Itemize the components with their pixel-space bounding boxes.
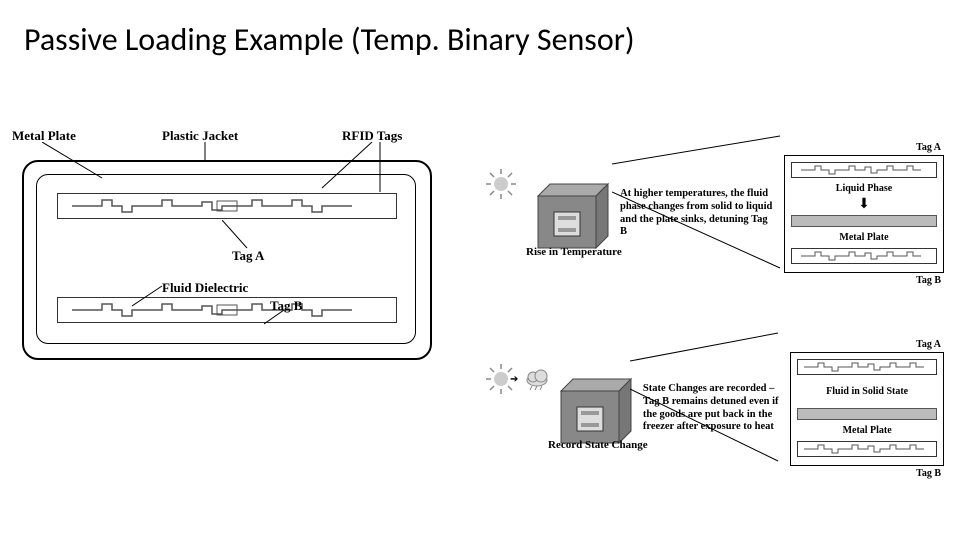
left-diagram: Metal Plate Plastic Jacket RFID Tags [12, 120, 452, 510]
package-box-icon [553, 373, 637, 445]
arrow-icon: ➔ [510, 374, 518, 385]
detail-box-bot: Tag A Fluid in Solid State Metal Plate T… [790, 352, 944, 466]
down-arrow-icon: ⬇ [791, 199, 937, 210]
label-fluid-dielectric: Fluid Dielectric [162, 280, 248, 296]
slide-title: Passive Loading Example (Temp. Binary Se… [24, 20, 635, 59]
caption-rise-temp: Rise in Temperature [526, 246, 622, 258]
right-diagram: At higher temperatures, the fluid phase … [472, 120, 948, 510]
label-metal-plate: Metal Plate [791, 232, 937, 243]
leader-line [132, 278, 166, 308]
antenna-icon [67, 301, 387, 319]
label-tag-a: Tag A [232, 248, 264, 264]
corner-tag-b: Tag B [916, 275, 941, 286]
corner-tag-b: Tag B [916, 468, 941, 479]
scenario-record-state: ➔ State Changes are recorded – Tag B rem… [472, 315, 948, 502]
scenario-bot-text: State Changes are recorded – Tag B remai… [643, 383, 790, 433]
leader-line [222, 220, 252, 250]
detail-box-top: Tag A Liquid Phase ⬇ Metal Plate Tag B [784, 155, 944, 273]
scenario-rise-temperature: At higher temperatures, the fluid phase … [472, 120, 948, 307]
mini-tag-a [797, 359, 937, 375]
sun-cloud-icon: ➔ [476, 364, 545, 454]
label-metal-plate: Metal Plate [797, 425, 937, 436]
metal-plate-strip [797, 408, 937, 420]
outer-casing [22, 160, 432, 360]
sun-icon [476, 169, 522, 259]
caption-record-state: Record State Change [548, 439, 648, 451]
mini-tag-b [791, 248, 937, 264]
label-fluid-solid: Fluid in Solid State [797, 386, 937, 397]
diagram-area: Metal Plate Plastic Jacket RFID Tags [12, 120, 948, 510]
corner-tag-a: Tag A [916, 142, 941, 153]
inner-casing [36, 174, 416, 344]
metal-plate-strip [791, 215, 937, 227]
corner-tag-a: Tag A [916, 339, 941, 350]
package-box-icon [530, 178, 614, 250]
rfid-tag-a [57, 193, 397, 219]
leader-line [264, 310, 294, 330]
rfid-tag-b [57, 297, 397, 323]
mini-tag-a [791, 162, 937, 178]
scenario-top-text: At higher temperatures, the fluid phase … [620, 188, 774, 238]
mini-tag-b [797, 441, 937, 457]
antenna-icon [67, 197, 387, 215]
label-liquid-phase: Liquid Phase [791, 183, 937, 194]
